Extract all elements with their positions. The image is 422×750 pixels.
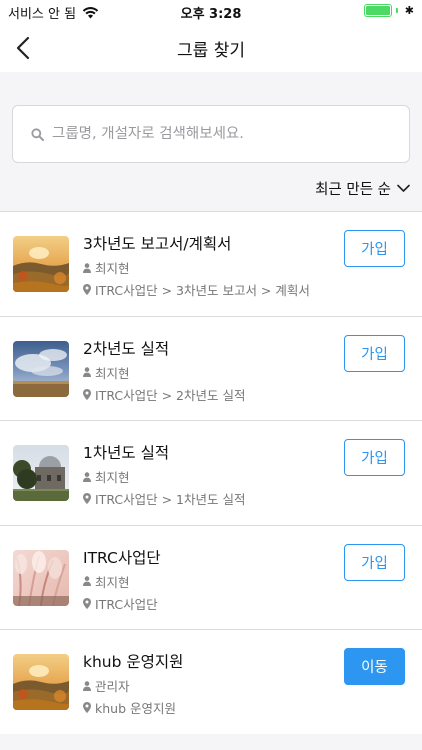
group-path: ITRC사업단 > 3차년도 보고서 > 계획서 bbox=[83, 280, 310, 299]
page-title: 그룹 찾기 bbox=[177, 41, 245, 61]
group-list-item[interactable]: 2차년도 실적 최지현 ITRC사업단 > 2차년도 실적 가입 bbox=[0, 316, 422, 421]
path-text: ITRC사업단 > 1차년도 실적 bbox=[95, 492, 246, 507]
group-thumbnail bbox=[13, 340, 69, 397]
owner-name: 최지현 bbox=[95, 365, 130, 381]
status-right: ✱ bbox=[363, 4, 414, 17]
group-path: ITRC사업단 > 1차년도 실적 bbox=[83, 489, 245, 508]
sort-label: 최근 만든 순 bbox=[315, 182, 391, 198]
group-thumbnail bbox=[13, 236, 69, 292]
join-button[interactable]: 가입 bbox=[344, 439, 405, 476]
group-name: 3차년도 보고서/계획서 bbox=[83, 235, 232, 253]
move-button[interactable]: 이동 bbox=[344, 648, 405, 685]
search-icon bbox=[31, 127, 44, 141]
navigation-bar: 그룹 찾기 bbox=[0, 22, 422, 72]
status-time: 오후 3:28 bbox=[180, 7, 242, 22]
search-area: 최근 만든 순 bbox=[0, 72, 422, 212]
group-thumbnail bbox=[13, 549, 69, 606]
group-list-item[interactable]: khub 운영지원 관리자 khub 운영지원 이동 bbox=[0, 630, 422, 735]
group-name: ITRC사업단 bbox=[83, 548, 161, 567]
path-text: khub 운영지원 bbox=[95, 701, 176, 716]
group-path: khub 운영지원 bbox=[83, 698, 176, 717]
battery-icon bbox=[363, 4, 392, 17]
group-list-item[interactable]: 3차년도 보고서/계획서 최지현 ITRC사업단 > 3차년도 보고서 > 계획… bbox=[0, 212, 422, 317]
chevron-down-icon bbox=[397, 184, 410, 192]
path-text: ITRC사업단 bbox=[95, 596, 158, 612]
group-owner: 최지현 bbox=[83, 363, 130, 382]
location-pin-icon bbox=[83, 388, 91, 400]
bottom-spacer bbox=[0, 734, 422, 750]
group-name: 2차년도 실적 bbox=[83, 339, 170, 358]
group-name: 1차년도 실적 bbox=[83, 444, 170, 462]
location-pin-icon bbox=[83, 597, 91, 609]
status-bar: 서비스 안 됨 오후 3:28 ✱ bbox=[0, 0, 422, 22]
battery-tip bbox=[395, 8, 398, 13]
group-thumbnail bbox=[13, 654, 69, 710]
group-path: ITRC사업단 bbox=[83, 594, 158, 613]
group-owner: 관리자 bbox=[83, 676, 130, 695]
join-button[interactable]: 가입 bbox=[344, 543, 405, 581]
group-owner: 최지현 bbox=[83, 467, 130, 486]
person-icon bbox=[83, 471, 91, 482]
group-list-item[interactable]: 1차년도 실적 최지현 ITRC사업단 > 1차년도 실적 가입 bbox=[0, 421, 422, 526]
person-icon bbox=[83, 576, 91, 586]
person-icon bbox=[83, 262, 91, 273]
search-input[interactable] bbox=[52, 126, 392, 142]
owner-name: 최지현 bbox=[95, 574, 130, 590]
person-icon bbox=[83, 367, 91, 377]
person-icon bbox=[83, 680, 91, 691]
owner-name: 최지현 bbox=[95, 261, 130, 276]
join-button[interactable]: 가입 bbox=[344, 334, 405, 372]
location-pin-icon bbox=[83, 493, 91, 504]
path-text: ITRC사업단 > 2차년도 실적 bbox=[95, 387, 246, 403]
group-owner: 최지현 bbox=[83, 572, 130, 591]
group-path: ITRC사업단 > 2차년도 실적 bbox=[83, 385, 245, 404]
bluetooth-icon: ✱ bbox=[404, 4, 414, 17]
join-button[interactable]: 가입 bbox=[344, 230, 405, 267]
group-name: khub 운영지원 bbox=[83, 653, 184, 671]
group-owner: 최지현 bbox=[83, 258, 130, 277]
owner-name: 관리자 bbox=[95, 679, 130, 694]
owner-name: 최지현 bbox=[95, 470, 130, 485]
path-text: ITRC사업단 > 3차년도 보고서 > 계획서 bbox=[95, 283, 310, 298]
search-box[interactable] bbox=[12, 105, 410, 163]
group-list-item[interactable]: ITRC사업단 최지현 ITRC사업단 가입 bbox=[0, 525, 422, 630]
group-thumbnail bbox=[13, 445, 69, 501]
location-pin-icon bbox=[83, 284, 91, 295]
location-pin-icon bbox=[83, 702, 91, 713]
group-list: 3차년도 보고서/계획서 최지현 ITRC사업단 > 3차년도 보고서 > 계획… bbox=[0, 211, 422, 735]
sort-dropdown[interactable]: 최근 만든 순 bbox=[315, 178, 410, 199]
